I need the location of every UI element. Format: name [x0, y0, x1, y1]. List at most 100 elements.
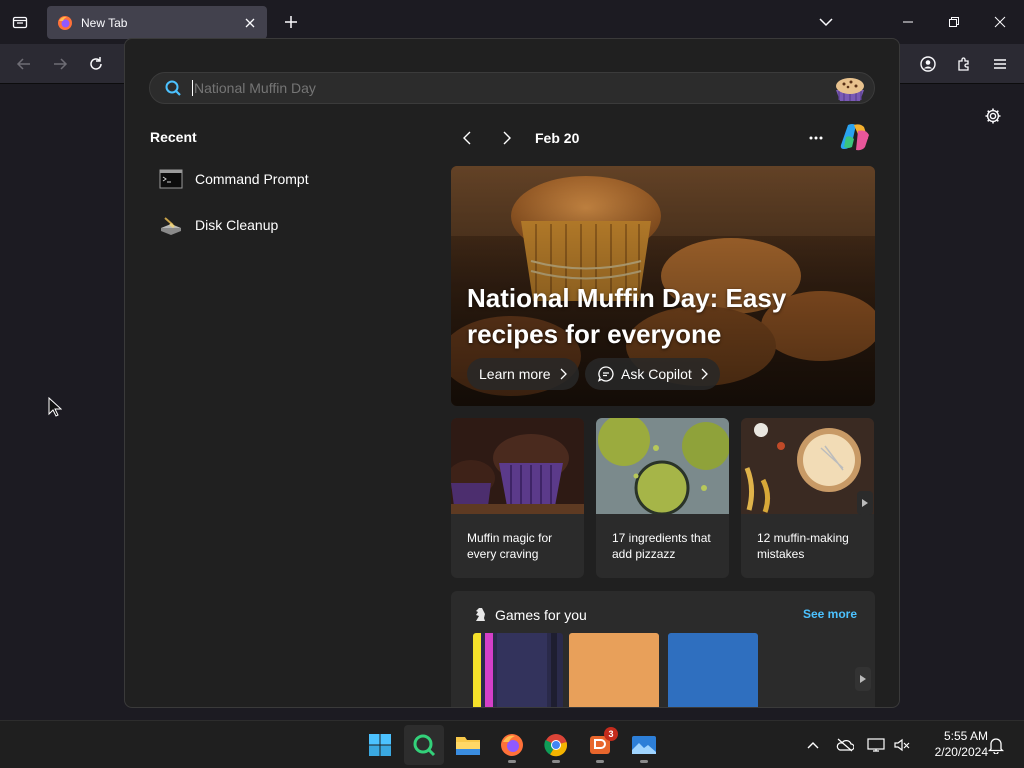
notification-badge: 3	[604, 727, 618, 741]
display-tray-button[interactable]	[866, 735, 886, 755]
search-input[interactable]	[194, 80, 794, 96]
recent-item-label: Command Prompt	[195, 171, 309, 187]
text-caret	[192, 80, 193, 96]
tab-close-icon[interactable]	[241, 14, 259, 32]
office-taskbar-button[interactable]: 3	[580, 725, 620, 765]
clock[interactable]: 5:55 AM 2/20/2024	[918, 728, 988, 760]
running-indicator	[596, 760, 604, 763]
hero-title: National Muffin Day: Easy recipes for ev…	[467, 283, 787, 349]
tab-list-icon[interactable]	[8, 10, 32, 34]
recent-item-command-prompt[interactable]: Command Prompt	[159, 164, 409, 194]
games-title: Games for you	[495, 607, 587, 623]
chevron-left-icon	[463, 131, 471, 145]
previous-day-button[interactable]	[455, 127, 479, 149]
game-thumbnail	[473, 633, 563, 707]
display-icon	[867, 738, 885, 752]
hero-card[interactable]: National Muffin Day: Easy recipes for ev…	[451, 166, 875, 406]
games-section: Games for you See more	[451, 591, 875, 707]
more-options-button[interactable]	[803, 127, 829, 149]
tab-title: New Tab	[81, 15, 128, 30]
game-tile[interactable]	[569, 633, 659, 707]
restore-button[interactable]	[936, 6, 972, 38]
learn-more-button[interactable]: Learn more	[467, 358, 579, 390]
news-card[interactable]: 17 ingredients that add pizzazz	[596, 418, 729, 578]
minimize-button[interactable]	[890, 6, 926, 38]
account-icon	[920, 56, 936, 72]
notifications-button[interactable]	[986, 735, 1006, 755]
command-prompt-icon	[159, 169, 183, 189]
news-card[interactable]: 12 muffin-making mistakes	[741, 418, 874, 578]
list-all-tabs-button[interactable]	[808, 6, 844, 38]
triangle-right-icon	[862, 499, 868, 507]
volume-tray-button[interactable]	[892, 735, 912, 755]
close-window-button[interactable]	[982, 6, 1018, 38]
learn-more-label: Learn more	[479, 366, 551, 382]
triangle-right-icon	[860, 675, 866, 683]
forward-button[interactable]	[48, 52, 72, 76]
game-tile[interactable]	[473, 633, 563, 707]
gear-icon	[985, 108, 1001, 124]
next-day-button[interactable]	[495, 127, 519, 149]
new-tab-button[interactable]	[279, 10, 303, 34]
chrome-taskbar-button[interactable]	[536, 725, 576, 765]
bell-icon	[988, 738, 1004, 754]
onedrive-tray-button[interactable]	[835, 735, 855, 755]
chocolate-muffin-thumbnail	[451, 418, 584, 514]
new-tab-settings-button[interactable]	[981, 104, 1005, 128]
file-explorer-button[interactable]	[448, 725, 488, 765]
windows-search-flyout: Recent Command Prompt Disk Cleanup Feb 2…	[124, 38, 900, 708]
start-button[interactable]	[360, 725, 400, 765]
ellipsis-icon	[809, 136, 823, 140]
menu-icon	[994, 59, 1006, 69]
reload-button[interactable]	[84, 52, 108, 76]
card-title: Muffin magic for every craving	[467, 531, 553, 561]
windows-start-icon	[369, 734, 391, 756]
volume-muted-icon	[894, 738, 910, 752]
muffin-icon	[836, 78, 864, 101]
pistachio-dishes-thumbnail	[596, 418, 729, 516]
reload-icon	[90, 57, 102, 70]
chevron-right-icon	[503, 131, 511, 145]
baking-ingredients-thumbnail	[741, 418, 874, 514]
minimize-icon	[903, 21, 913, 23]
menu-button[interactable]	[988, 52, 1012, 76]
firefox-icon	[501, 734, 523, 756]
chevron-up-icon	[807, 742, 819, 749]
extensions-icon	[958, 57, 969, 71]
search-icon	[165, 80, 181, 96]
search-box[interactable]	[149, 72, 875, 104]
chat-bubble-icon	[597, 366, 614, 382]
photos-app-icon	[632, 736, 656, 754]
game-tile[interactable]	[668, 633, 758, 707]
restore-icon	[949, 17, 959, 27]
games-scroll-right-button[interactable]	[855, 667, 871, 691]
plus-icon	[285, 16, 297, 28]
chess-knight-icon	[476, 608, 485, 621]
onedrive-icon	[836, 738, 854, 752]
search-app-icon	[413, 734, 436, 757]
account-button[interactable]	[916, 52, 940, 76]
file-explorer-icon	[456, 737, 480, 755]
firefox-taskbar-button[interactable]	[492, 725, 532, 765]
running-indicator	[508, 760, 516, 763]
chevron-down-icon	[819, 18, 833, 27]
show-hidden-icons-button[interactable]	[803, 735, 823, 755]
recent-item-disk-cleanup[interactable]: Disk Cleanup	[159, 210, 409, 240]
extensions-button[interactable]	[952, 52, 976, 76]
clock-date: 2/20/2024	[934, 745, 988, 759]
ask-copilot-button[interactable]: Ask Copilot	[585, 358, 720, 390]
taskbar: 3 5:55 AM 2/20/2024	[0, 720, 1024, 768]
see-more-link[interactable]: See more	[803, 607, 857, 621]
search-taskbar-button[interactable]	[404, 725, 444, 765]
photos-taskbar-button[interactable]	[624, 725, 664, 765]
card-title: 17 ingredients that add pizzazz	[612, 531, 711, 561]
browser-tab[interactable]: New Tab	[47, 6, 267, 39]
recent-heading: Recent	[150, 129, 197, 145]
copilot-icon[interactable]	[838, 121, 872, 153]
firefox-icon	[58, 15, 72, 30]
cards-scroll-right-button[interactable]	[857, 491, 873, 515]
clock-time: 5:55 AM	[943, 729, 988, 743]
chrome-icon	[544, 734, 568, 757]
back-button[interactable]	[12, 52, 36, 76]
news-card[interactable]: Muffin magic for every craving	[451, 418, 584, 578]
